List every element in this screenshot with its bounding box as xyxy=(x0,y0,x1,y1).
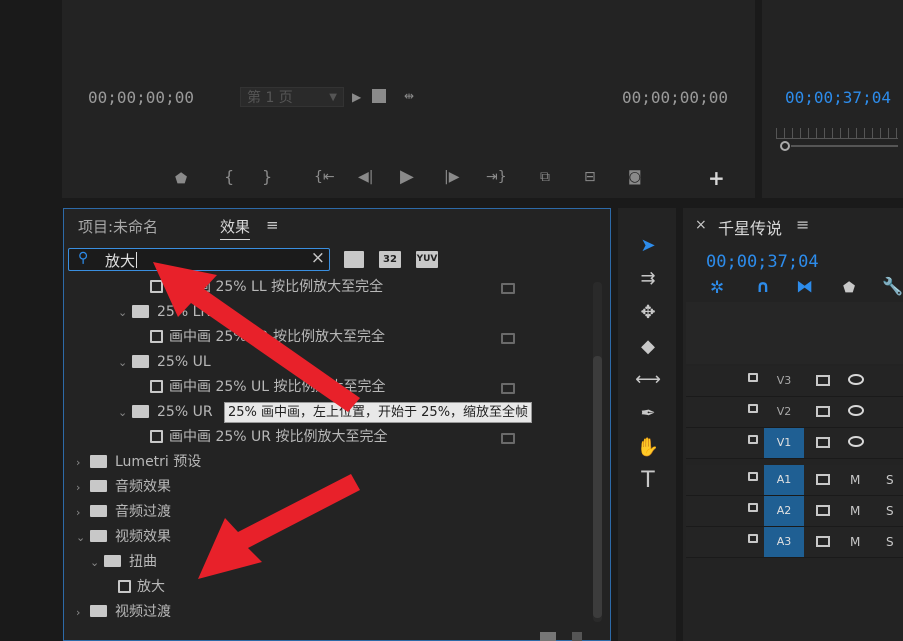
annotation-arrow-lower xyxy=(198,474,360,579)
annotation-arrow-upper xyxy=(153,262,360,412)
annotation-arrows xyxy=(153,262,360,579)
